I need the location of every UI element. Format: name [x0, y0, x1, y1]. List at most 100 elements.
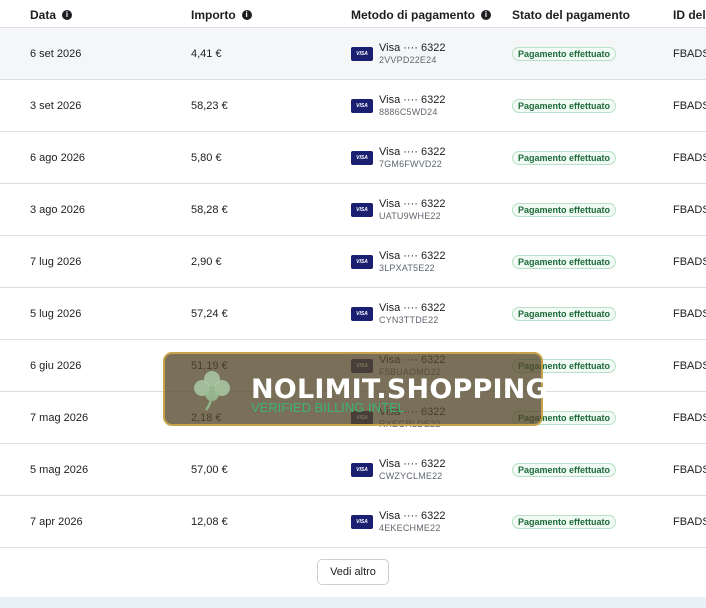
row-status: Pagamento effettuato [512, 236, 617, 288]
status-badge: Pagamento effettuato [512, 203, 617, 217]
row-date: 7 mag 2026 [30, 412, 89, 424]
status-badge: Pagamento effettuato [512, 47, 617, 61]
row-id[interactable]: FBADS [673, 444, 706, 496]
transaction-code: CYN3TTDE22 [379, 315, 439, 325]
header-date-label: Data [30, 8, 57, 22]
row-amount: 57,00 € [191, 464, 228, 476]
header-id[interactable]: ID della [673, 8, 706, 22]
transaction-code: UATU9WHE22 [379, 211, 441, 221]
visa-card-icon: VISA [351, 99, 373, 113]
transaction-code: 3LPXAT5E22 [379, 263, 435, 273]
transaction-code: 4EKECHME22 [379, 523, 441, 533]
table-row[interactable]: 5 mag 2026 57,00 € VISA Visa ···· 6322 C… [0, 444, 706, 496]
header-method[interactable]: Metodo di pagamento i [351, 8, 491, 22]
row-status: Pagamento effettuato [512, 132, 617, 184]
row-date: 7 apr 2026 [30, 516, 83, 528]
row-id[interactable]: FBADS [673, 340, 706, 392]
visa-card-icon: VISA [351, 307, 373, 321]
row-payment-method: VISA Visa ···· 6322 CYN3TTDE22 [351, 288, 445, 340]
row-amount: 5,80 € [191, 152, 222, 164]
row-id[interactable]: FBADS [673, 184, 706, 236]
payment-method-text: Visa ···· 6322 7GM6FWVD22 [379, 146, 445, 170]
row-id[interactable]: FBADS [673, 132, 706, 184]
row-payment-method: VISA Visa ···· 6322 2VVPD22E24 [351, 28, 445, 80]
transaction-code: 8886C5WD24 [379, 107, 438, 117]
see-more-button[interactable]: Vedi altro [317, 559, 389, 585]
status-badge: Pagamento effettuato [512, 463, 617, 477]
row-status: Pagamento effettuato [512, 28, 617, 80]
header-status[interactable]: Stato del pagamento [512, 8, 630, 22]
payment-method-text: Visa ···· 6322 3LPXAT5E22 [379, 250, 445, 274]
row-payment-method: VISA Visa ···· 6322 CWZYCLME22 [351, 444, 445, 496]
row-date: 5 lug 2026 [30, 308, 82, 320]
row-date: 6 ago 2026 [30, 152, 86, 164]
row-status: Pagamento effettuato [512, 444, 617, 496]
footer-band [0, 597, 706, 608]
header-amount[interactable]: Importo i [191, 8, 252, 22]
header-method-label: Metodo di pagamento [351, 8, 475, 22]
row-payment-method: VISA Visa ···· 6322 4EKECHME22 [351, 496, 445, 548]
status-badge: Pagamento effettuato [512, 255, 617, 269]
header-date[interactable]: Data i [30, 8, 73, 22]
visa-card-icon: VISA [351, 151, 373, 165]
header-id-label: ID della [673, 8, 706, 22]
payment-method-text: Visa ···· 6322 8886C5WD24 [379, 94, 445, 118]
more-button-container: Vedi altro [0, 548, 706, 596]
visa-card-icon: VISA [351, 203, 373, 217]
row-id[interactable]: FBADS [673, 496, 706, 548]
row-status: Pagamento effettuato [512, 288, 617, 340]
visa-card-icon: VISA [351, 463, 373, 477]
card-label: Visa ···· 6322 [379, 510, 446, 522]
table-row[interactable]: 3 ago 2026 58,28 € VISA Visa ···· 6322 U… [0, 184, 706, 236]
watermark-subtitle: VERIFIED BILLING INTEL [251, 400, 405, 415]
transaction-code: CWZYCLME22 [379, 471, 443, 481]
header-amount-label: Importo [191, 8, 236, 22]
row-payment-method: VISA Visa ···· 6322 3LPXAT5E22 [351, 236, 445, 288]
table-body: 6 set 2026 4,41 € VISA Visa ···· 6322 2V… [0, 28, 706, 548]
row-id[interactable]: FBADS [673, 28, 706, 80]
row-id[interactable]: FBADS [673, 392, 706, 444]
status-badge: Pagamento effettuato [512, 515, 617, 529]
info-icon[interactable]: i [481, 10, 491, 20]
row-amount: 57,24 € [191, 308, 228, 320]
table-row[interactable]: 3 set 2026 58,23 € VISA Visa ···· 6322 8… [0, 80, 706, 132]
card-label: Visa ···· 6322 [379, 146, 446, 158]
payment-method-text: Visa ···· 6322 UATU9WHE22 [379, 198, 445, 222]
payment-method-text: Visa ···· 6322 4EKECHME22 [379, 510, 445, 534]
info-icon[interactable]: i [241, 10, 252, 20]
row-status: Pagamento effettuato [512, 80, 617, 132]
status-badge: Pagamento effettuato [512, 151, 617, 165]
visa-card-icon: VISA [351, 515, 373, 529]
row-date: 7 lug 2026 [30, 256, 82, 268]
row-id[interactable]: FBADS [673, 288, 706, 340]
row-amount: 58,28 € [191, 204, 228, 216]
row-status: Pagamento effettuato [512, 496, 617, 548]
row-status: Pagamento effettuato [512, 184, 617, 236]
row-amount: 2,90 € [191, 256, 222, 268]
info-icon[interactable]: i [62, 10, 73, 20]
table-row[interactable]: 6 set 2026 4,41 € VISA Visa ···· 6322 2V… [0, 28, 706, 80]
header-status-label: Stato del pagamento [512, 8, 631, 22]
row-payment-method: VISA Visa ···· 6322 7GM6FWVD22 [351, 132, 445, 184]
card-label: Visa ···· 6322 [379, 302, 446, 314]
table-row[interactable]: 5 lug 2026 57,24 € VISA Visa ···· 6322 C… [0, 288, 706, 340]
row-payment-method: VISA Visa ···· 6322 UATU9WHE22 [351, 184, 445, 236]
clover-icon [194, 371, 230, 411]
row-id[interactable]: FBADS [673, 80, 706, 132]
card-label: Visa ···· 6322 [379, 94, 446, 106]
row-date: 5 mag 2026 [30, 464, 89, 476]
table-row[interactable]: 7 apr 2026 12,08 € VISA Visa ···· 6322 4… [0, 496, 706, 548]
watermark-overlay: NOLIMIT.SHOPPING VERIFIED BILLING INTEL [163, 352, 548, 426]
table-row[interactable]: 7 lug 2026 2,90 € VISA Visa ···· 6322 3L… [0, 236, 706, 288]
row-id[interactable]: FBADS [673, 236, 706, 288]
status-badge: Pagamento effettuato [512, 307, 617, 321]
card-label: Visa ···· 6322 [379, 250, 446, 262]
row-amount: 12,08 € [191, 516, 228, 528]
visa-card-icon: VISA [351, 47, 373, 61]
payment-method-text: Visa ···· 6322 CYN3TTDE22 [379, 302, 445, 326]
row-amount: 58,23 € [191, 100, 228, 112]
row-amount: 4,41 € [191, 48, 222, 60]
payment-method-text: Visa ···· 6322 2VVPD22E24 [379, 42, 445, 66]
table-row[interactable]: 6 ago 2026 5,80 € VISA Visa ···· 6322 7G… [0, 132, 706, 184]
card-label: Visa ···· 6322 [379, 458, 446, 470]
